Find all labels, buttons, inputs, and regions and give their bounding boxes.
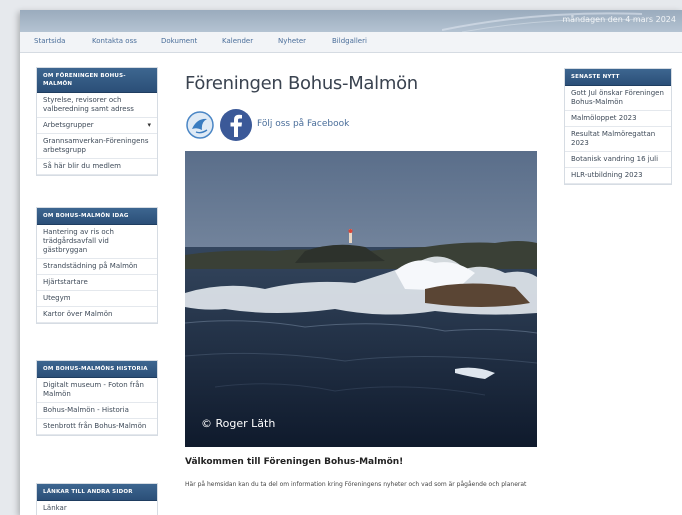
sidebar-heading: Länkar till andra sidor [37,484,157,501]
news-item[interactable]: Malmöloppet 2023 [565,111,671,127]
news-item[interactable]: Botanisk vandring 16 juli [565,152,671,168]
news-item-label: Botanisk vandring 16 juli [571,155,659,163]
nav-item-bildgalleri[interactable]: Bildgalleri [332,37,367,45]
nav-item-dokument[interactable]: Dokument [161,37,197,45]
sidebar-item-label: Arbetsgrupper [43,121,94,129]
sidebar-item-hjartstartare[interactable]: Hjärtstartare [37,275,157,291]
sidebar-item-label: Hantering av ris och trädgårdsavfall vid… [43,228,114,254]
top-banner: måndagen den 4 mars 2024 [20,10,682,32]
sidebar-item-grannsamverkan[interactable]: Grannsamverkan-Föreningens arbetsgrupp [37,134,157,159]
facebook-link[interactable]: Följ oss på Facebook [257,119,349,129]
facebook-icon[interactable] [219,108,253,142]
sidebar-item-label: Hjärtstartare [43,278,88,286]
news-item[interactable]: Gott Jul önskar Föreningen Bohus-Malmön [565,86,671,111]
sidebar-item-ris[interactable]: Hantering av ris och trädgårdsavfall vid… [37,225,157,259]
sidebar-item-digitalt-museum[interactable]: Digitalt museum - Foton från Malmön [37,378,157,403]
sidebar-item-stenbrott[interactable]: Stenbrott från Bohus-Malmön [37,419,157,435]
web-page: måndagen den 4 mars 2024 Startsida Konta… [20,10,682,515]
news-item[interactable]: Resultat Malmöregattan 2023 [565,127,671,152]
sidebar-item-label: Länkar [43,504,67,512]
sidebar-item-label: Bohus-Malmön - Historia [43,406,129,414]
sidebar-item-label: Så här blir du medlem [43,162,121,170]
main-navigation: Startsida Kontakta oss Dokument Kalender… [20,32,682,53]
sidebar-item-label: Stenbrott från Bohus-Malmön [43,422,147,430]
sidebar-heading: Om Bohus-Malmön idag [37,208,157,225]
sidebar-box-historia: Om Bohus-Malmöns historia Digitalt museu… [36,360,158,436]
welcome-heading: Välkommen till Föreningen Bohus-Malmön! [185,457,404,467]
sidebar-item-arbetsgrupper[interactable]: Arbetsgrupper ▾ [37,118,157,134]
sidebar-item-label: Strandstädning på Malmön [43,262,138,270]
latest-news-heading: Senaste nytt [565,69,671,86]
news-item[interactable]: HLR-utbildning 2023 [565,168,671,184]
sidebar-item-label: Utegym [43,294,71,302]
hero-photo: © Roger Läth [185,151,537,447]
sidebar-heading: Om Föreningen Bohus-Malmön [37,68,157,93]
welcome-text: Här på hemsidan kan du ta del om informa… [185,481,527,488]
news-item-label: Resultat Malmöregattan 2023 [571,130,656,147]
nav-item-kontakta-oss[interactable]: Kontakta oss [92,37,137,45]
sidebar-heading: Om Bohus-Malmöns historia [37,361,157,378]
sidebar-item-label: Styrelse, revisorer och valberedning sam… [43,96,134,113]
news-item-label: HLR-utbildning 2023 [571,171,643,179]
nav-item-nyheter[interactable]: Nyheter [278,37,306,45]
sidebar-item-kartor[interactable]: Kartor över Malmön [37,307,157,323]
sidebar-item-utegym[interactable]: Utegym [37,291,157,307]
news-item-label: Gott Jul önskar Föreningen Bohus-Malmön [571,89,664,106]
nav-item-startsida[interactable]: Startsida [34,37,65,45]
current-date: måndagen den 4 mars 2024 [562,15,676,24]
chevron-down-icon[interactable]: ▾ [147,121,151,130]
bird-logo-icon [186,111,214,139]
latest-news-box: Senaste nytt Gott Jul önskar Föreningen … [564,68,672,185]
news-item-label: Malmöloppet 2023 [571,114,637,122]
sidebar-item-label: Digitalt museum - Foton från Malmön [43,381,144,398]
sidebar-box-om-idag: Om Bohus-Malmön idag Hantering av ris oc… [36,207,158,324]
sidebar-box-om-foreningen: Om Föreningen Bohus-Malmön Styrelse, rev… [36,67,158,176]
social-links: Följ oss på Facebook [185,108,545,144]
sidebar-item-strandstadning[interactable]: Strandstädning på Malmön [37,259,157,275]
nav-item-kalender[interactable]: Kalender [222,37,253,45]
sidebar-item-styrelse[interactable]: Styrelse, revisorer och valberedning sam… [37,93,157,118]
sidebar-item-lankar[interactable]: Länkar [37,501,157,515]
sidebar-item-bli-medlem[interactable]: Så här blir du medlem [37,159,157,175]
sidebar-item-label: Grannsamverkan-Föreningens arbetsgrupp [43,137,149,154]
photo-credit: © Roger Läth [201,417,275,430]
sidebar-box-lankar: Länkar till andra sidor Länkar [36,483,158,515]
sidebar-item-label: Kartor över Malmön [43,310,113,318]
page-title: Föreningen Bohus-Malmön [185,73,418,94]
sidebar-item-historia[interactable]: Bohus-Malmön - Historia [37,403,157,419]
